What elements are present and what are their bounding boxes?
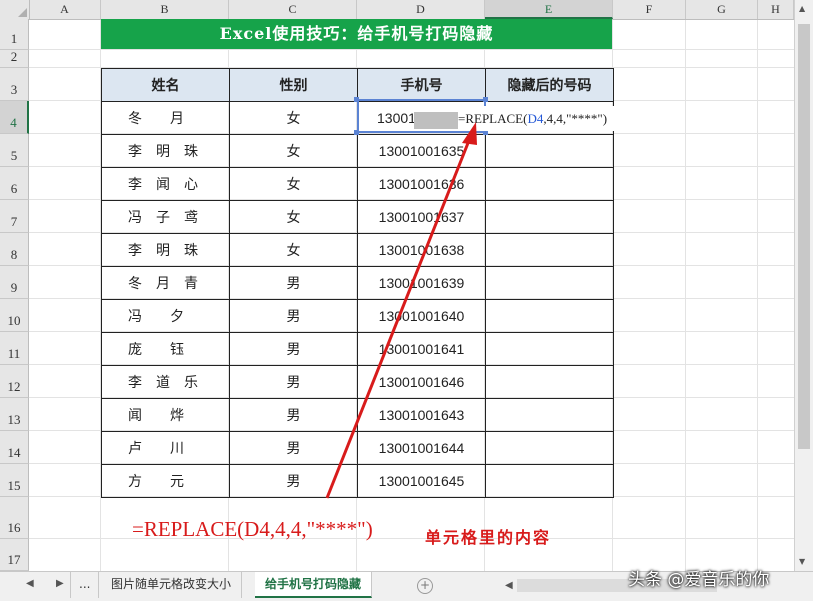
tab-overflow[interactable]: ... (70, 572, 100, 598)
hscroll-left-icon[interactable]: ◀ (505, 580, 513, 591)
tab-prev-icon[interactable]: ◀ (26, 578, 34, 589)
annotation-formula: =REPLACE(D4,4,4,"****") (132, 517, 373, 541)
annotation-arrow (325, 122, 477, 499)
tab-sheet-phone-mask[interactable]: 给手机号打码隐藏 (255, 572, 373, 598)
add-sheet-icon[interactable]: + (417, 578, 433, 594)
vertical-scrollbar[interactable]: ▲ ▼ (794, 0, 813, 571)
scroll-down-icon[interactable]: ▼ (799, 557, 805, 566)
watermark: 头条 @爱音乐的你 (628, 570, 770, 590)
scroll-thumb[interactable] (798, 24, 810, 449)
tab-next-icon[interactable]: ▶ (56, 578, 64, 589)
scroll-up-icon[interactable]: ▲ (799, 4, 805, 13)
tab-sheet-image-resize[interactable]: 图片随单元格改变大小 (101, 572, 243, 598)
annotation-note: 单元格里的内容 (425, 528, 552, 547)
